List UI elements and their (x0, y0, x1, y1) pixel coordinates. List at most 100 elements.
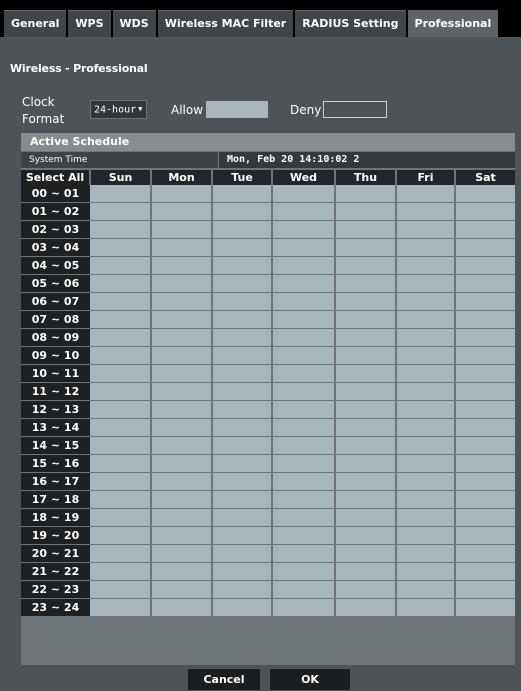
schedule-cell[interactable] (335, 220, 397, 239)
schedule-cell[interactable] (455, 185, 515, 203)
schedule-cell[interactable] (272, 436, 336, 455)
schedule-cell[interactable] (151, 580, 213, 599)
schedule-cell[interactable] (212, 274, 273, 293)
schedule-cell[interactable] (272, 508, 336, 527)
schedule-cell[interactable] (335, 580, 397, 599)
schedule-cell[interactable] (212, 562, 273, 581)
schedule-cell[interactable] (396, 220, 456, 239)
schedule-cell[interactable] (90, 292, 152, 311)
schedule-cell[interactable] (396, 328, 456, 347)
schedule-cell[interactable] (151, 598, 213, 617)
schedule-cell[interactable] (335, 508, 397, 527)
schedule-cell[interactable] (396, 418, 456, 437)
schedule-cell[interactable] (396, 310, 456, 329)
schedule-cell[interactable] (335, 310, 397, 329)
schedule-cell[interactable] (396, 400, 456, 419)
schedule-cell[interactable] (151, 508, 213, 527)
schedule-cell[interactable] (272, 238, 336, 257)
day-header-mon[interactable]: Mon (151, 170, 213, 185)
schedule-cell[interactable] (151, 274, 213, 293)
schedule-cell[interactable] (272, 400, 336, 419)
schedule-cell[interactable] (90, 580, 152, 599)
schedule-cell[interactable] (212, 526, 273, 545)
schedule-cell[interactable] (212, 544, 273, 563)
hour-label[interactable]: 22 ~ 23 (21, 580, 90, 599)
schedule-cell[interactable] (151, 436, 213, 455)
schedule-cell[interactable] (151, 364, 213, 383)
schedule-cell[interactable] (455, 400, 515, 419)
schedule-cell[interactable] (396, 454, 456, 473)
hour-label[interactable]: 17 ~ 18 (21, 490, 90, 509)
schedule-cell[interactable] (151, 202, 213, 221)
hour-label[interactable]: 16 ~ 17 (21, 472, 90, 491)
schedule-cell[interactable] (396, 274, 456, 293)
schedule-cell[interactable] (335, 598, 397, 617)
hour-label[interactable]: 14 ~ 15 (21, 436, 90, 455)
schedule-cell[interactable] (90, 364, 152, 383)
tab-wps[interactable]: WPS (68, 10, 111, 37)
schedule-cell[interactable] (335, 544, 397, 563)
hour-label[interactable]: 03 ~ 04 (21, 238, 90, 257)
schedule-cell[interactable] (455, 256, 515, 275)
schedule-cell[interactable] (272, 598, 336, 617)
schedule-cell[interactable] (90, 220, 152, 239)
hour-label[interactable]: 04 ~ 05 (21, 256, 90, 275)
schedule-cell[interactable] (272, 382, 336, 401)
schedule-cell[interactable] (90, 382, 152, 401)
schedule-cell[interactable] (335, 202, 397, 221)
schedule-cell[interactable] (396, 436, 456, 455)
schedule-cell[interactable] (335, 436, 397, 455)
day-header-wed[interactable]: Wed (272, 170, 336, 185)
schedule-cell[interactable] (212, 454, 273, 473)
hour-label[interactable]: 11 ~ 12 (21, 382, 90, 401)
schedule-cell[interactable] (212, 328, 273, 347)
hour-label[interactable]: 19 ~ 20 (21, 526, 90, 545)
schedule-cell[interactable] (335, 490, 397, 509)
schedule-cell[interactable] (90, 310, 152, 329)
schedule-cell[interactable] (272, 562, 336, 581)
schedule-cell[interactable] (455, 310, 515, 329)
tab-wireless-mac-filter[interactable]: Wireless MAC Filter (157, 10, 294, 37)
schedule-cell[interactable] (212, 185, 273, 203)
schedule-cell[interactable] (396, 364, 456, 383)
hour-label[interactable]: 10 ~ 11 (21, 364, 90, 383)
schedule-cell[interactable] (212, 598, 273, 617)
schedule-cell[interactable] (455, 418, 515, 437)
schedule-cell[interactable] (212, 508, 273, 527)
schedule-cell[interactable] (90, 346, 152, 365)
schedule-cell[interactable] (335, 382, 397, 401)
schedule-cell[interactable] (212, 346, 273, 365)
hour-label[interactable]: 09 ~ 10 (21, 346, 90, 365)
schedule-cell[interactable] (272, 418, 336, 437)
tab-radius-setting[interactable]: RADIUS Setting (295, 10, 406, 37)
schedule-cell[interactable] (212, 418, 273, 437)
schedule-cell[interactable] (151, 310, 213, 329)
schedule-cell[interactable] (212, 256, 273, 275)
schedule-cell[interactable] (90, 238, 152, 257)
schedule-cell[interactable] (396, 202, 456, 221)
schedule-cell[interactable] (272, 490, 336, 509)
schedule-cell[interactable] (455, 220, 515, 239)
schedule-cell[interactable] (151, 544, 213, 563)
schedule-cell[interactable] (212, 400, 273, 419)
schedule-cell[interactable] (272, 580, 336, 599)
hour-label[interactable]: 18 ~ 19 (21, 508, 90, 527)
clock-format-select[interactable]: 24-hour ▼ (90, 100, 147, 119)
schedule-cell[interactable] (396, 544, 456, 563)
day-header-thu[interactable]: Thu (335, 170, 397, 185)
schedule-cell[interactable] (272, 346, 336, 365)
schedule-cell[interactable] (396, 526, 456, 545)
schedule-cell[interactable] (212, 202, 273, 221)
schedule-cell[interactable] (335, 400, 397, 419)
schedule-cell[interactable] (272, 454, 336, 473)
schedule-cell[interactable] (335, 292, 397, 311)
schedule-cell[interactable] (455, 274, 515, 293)
schedule-cell[interactable] (90, 185, 152, 203)
schedule-cell[interactable] (151, 185, 213, 203)
schedule-cell[interactable] (151, 490, 213, 509)
schedule-cell[interactable] (335, 562, 397, 581)
schedule-cell[interactable] (455, 346, 515, 365)
schedule-cell[interactable] (455, 292, 515, 311)
schedule-cell[interactable] (272, 310, 336, 329)
schedule-cell[interactable] (396, 238, 456, 257)
